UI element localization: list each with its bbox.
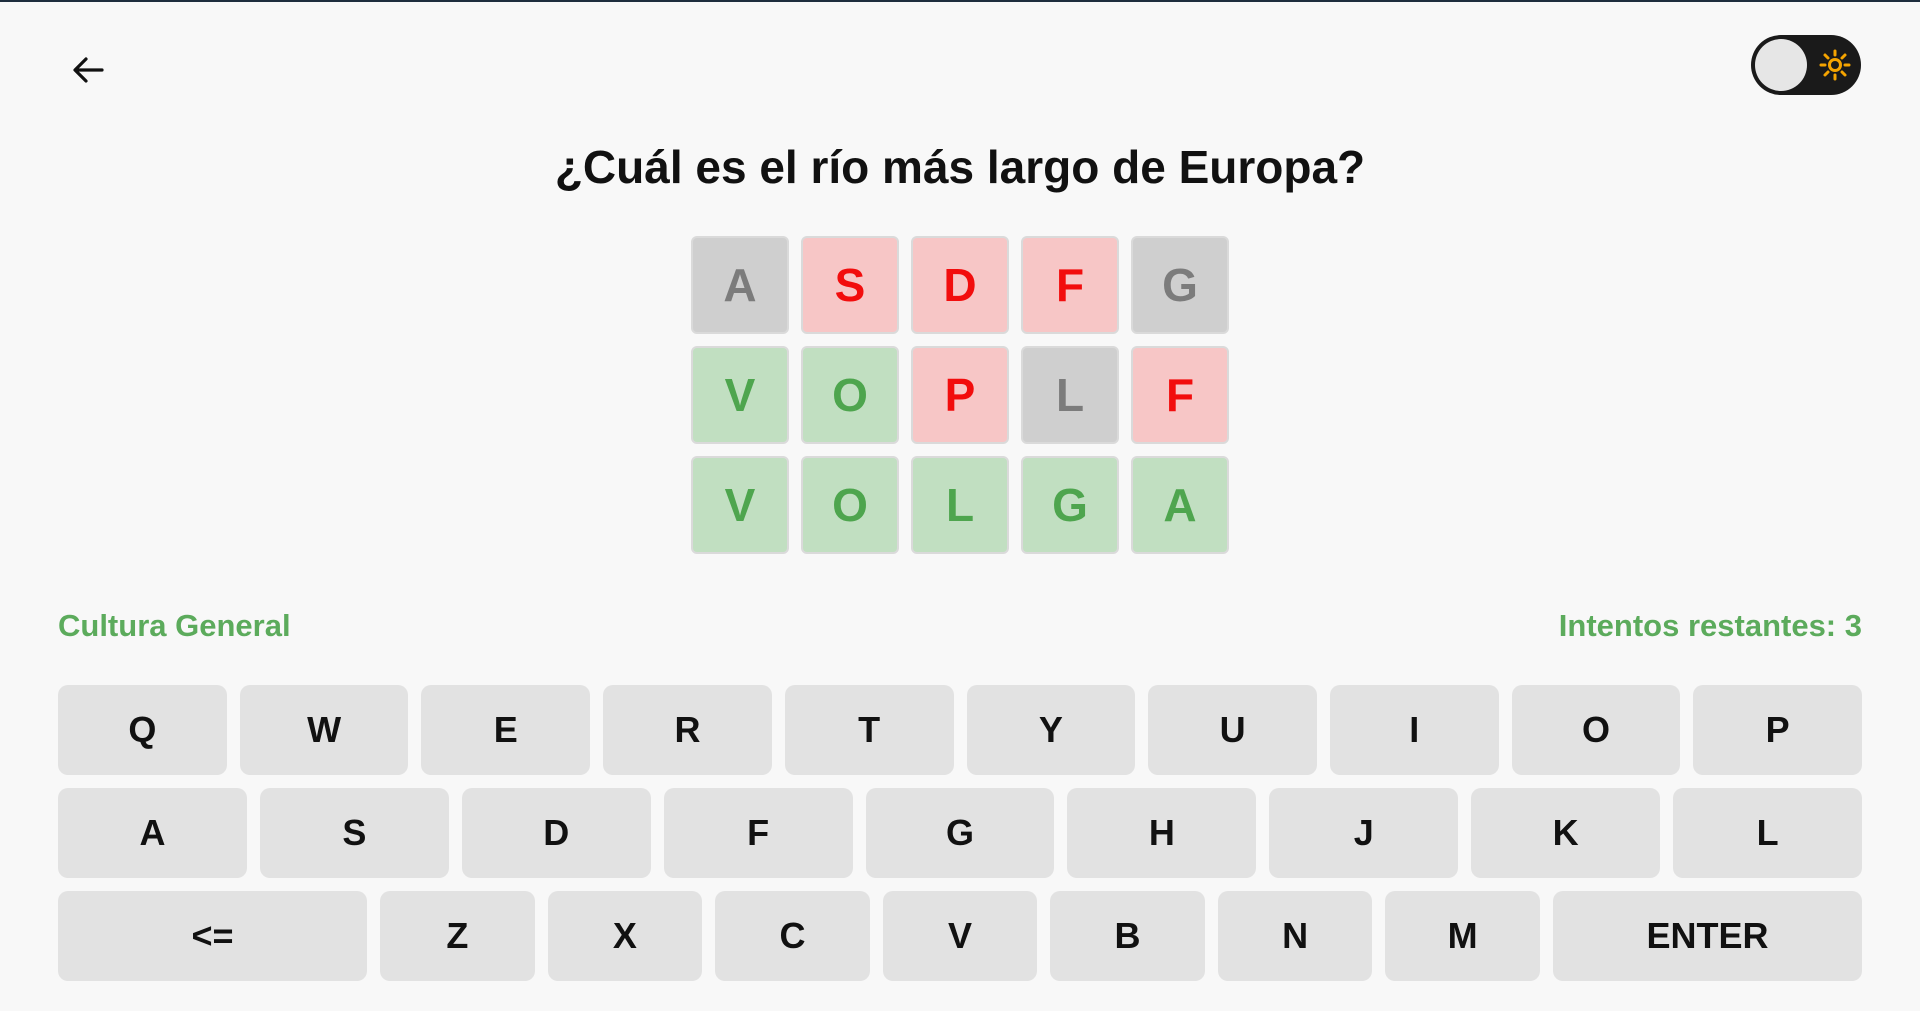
key-j[interactable]: J bbox=[1269, 788, 1459, 878]
key-y[interactable]: Y bbox=[966, 685, 1136, 775]
question-title: ¿Cuál es el río más largo de Europa? bbox=[554, 141, 1366, 193]
board-tile-wrong: F bbox=[1131, 346, 1229, 444]
board-tile-correct: L bbox=[911, 456, 1009, 554]
key-m[interactable]: M bbox=[1385, 891, 1540, 981]
board-tile-wrong: D bbox=[911, 236, 1009, 334]
keyboard-row: QWERTYUIOP bbox=[58, 685, 1863, 775]
key-t[interactable]: T bbox=[784, 685, 954, 775]
key-z[interactable]: Z bbox=[380, 891, 535, 981]
category-label: Cultura General bbox=[58, 608, 291, 643]
board-tile-correct: G bbox=[1021, 456, 1119, 554]
key-x[interactable]: X bbox=[547, 891, 703, 981]
key-v[interactable]: V bbox=[882, 891, 1038, 981]
key-d[interactable]: D bbox=[461, 788, 651, 878]
key-w[interactable]: W bbox=[239, 685, 409, 775]
back-button[interactable] bbox=[66, 48, 110, 92]
key-h[interactable]: H bbox=[1067, 788, 1257, 878]
board-tile-absent: A bbox=[691, 236, 789, 334]
key-a[interactable]: A bbox=[58, 788, 247, 878]
key-q[interactable]: Q bbox=[58, 685, 227, 775]
board-tile-wrong: S bbox=[801, 236, 899, 334]
key-s[interactable]: S bbox=[259, 788, 449, 878]
theme-toggle[interactable] bbox=[1751, 35, 1861, 95]
board-tile-correct: O bbox=[801, 456, 899, 554]
key-f[interactable]: F bbox=[663, 788, 853, 878]
key-i[interactable]: I bbox=[1329, 685, 1499, 775]
board-tile-correct: A bbox=[1131, 456, 1229, 554]
board-tile-absent: G bbox=[1131, 236, 1229, 334]
key-o[interactable]: O bbox=[1511, 685, 1681, 775]
key-k[interactable]: K bbox=[1471, 788, 1661, 878]
board-tile-wrong: F bbox=[1021, 236, 1119, 334]
key-c[interactable]: C bbox=[715, 891, 870, 981]
key-e[interactable]: E bbox=[421, 685, 591, 775]
board-tile-wrong: P bbox=[911, 346, 1009, 444]
guess-board: ASDFGVOPLFVOLGA bbox=[691, 236, 1229, 554]
board-tile-correct: V bbox=[691, 456, 789, 554]
toggle-knob bbox=[1755, 39, 1807, 91]
board-tile-absent: L bbox=[1021, 346, 1119, 444]
enter-key[interactable]: ENTER bbox=[1552, 891, 1863, 981]
sun-icon bbox=[1819, 49, 1851, 81]
key-b[interactable]: B bbox=[1050, 891, 1205, 981]
arrow-left-icon bbox=[73, 57, 104, 83]
on-screen-keyboard: Q W E R T Y U I O P A S D F G H J K L <= Z X C V B N M ENTER bbox=[58, 685, 1863, 994]
key-n[interactable]: N bbox=[1217, 891, 1373, 981]
board-tile-correct: O bbox=[801, 346, 899, 444]
key-g[interactable]: G bbox=[865, 788, 1055, 878]
key-u[interactable]: U bbox=[1148, 685, 1317, 775]
key-l[interactable]: L bbox=[1673, 788, 1863, 878]
key-p[interactable]: P bbox=[1693, 685, 1863, 775]
keyboard-row: ASDFGHJKL bbox=[58, 788, 1863, 878]
key-r[interactable]: R bbox=[603, 685, 772, 775]
keyboard-row: <= Z X C V B N M ENTER bbox=[58, 891, 1863, 981]
attempts-remaining: Intentos restantes: 3 bbox=[1558, 608, 1862, 643]
backspace-key[interactable]: <= bbox=[58, 891, 368, 981]
board-tile-correct: V bbox=[691, 346, 789, 444]
